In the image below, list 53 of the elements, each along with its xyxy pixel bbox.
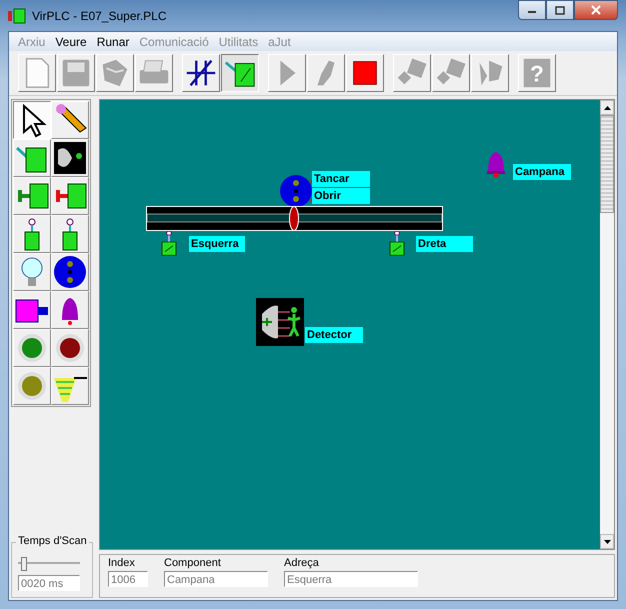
window-title: VirPLC - E07_Super.PLC bbox=[32, 8, 167, 22]
vertical-scrollbar[interactable] bbox=[600, 100, 614, 549]
detector-icon bbox=[52, 140, 88, 176]
menu-item[interactable]: Runar bbox=[92, 34, 134, 48]
scroll-up-icon[interactable] bbox=[604, 106, 610, 110]
limit-switch-palette-button[interactable] bbox=[51, 215, 89, 253]
close-button[interactable] bbox=[574, 0, 618, 20]
scan-time-field[interactable]: 0020 ms bbox=[18, 575, 80, 591]
info-field[interactable]: Esquerra bbox=[284, 571, 418, 587]
stop-tool-button[interactable] bbox=[346, 54, 384, 92]
bell-icon bbox=[486, 150, 506, 178]
slider-thumb[interactable] bbox=[20, 557, 27, 571]
motor-palette-button[interactable] bbox=[51, 253, 89, 291]
component-label: Campana bbox=[513, 164, 571, 180]
limit-switch-palette-button[interactable] bbox=[13, 215, 51, 253]
limit-switch-icon bbox=[389, 231, 405, 256]
arrow-palette-button[interactable] bbox=[13, 101, 51, 139]
cylinder-palette-button[interactable] bbox=[13, 291, 51, 329]
field-label: Index bbox=[108, 557, 136, 569]
scroll-down-icon[interactable] bbox=[604, 540, 610, 544]
switch-tool-button[interactable] bbox=[221, 54, 259, 92]
motor-icon bbox=[279, 174, 315, 208]
field-label: Component bbox=[164, 557, 222, 569]
motor-icon bbox=[52, 254, 88, 290]
lamp-palette-button[interactable] bbox=[13, 253, 51, 291]
presence-detector-icon bbox=[256, 298, 304, 346]
info-field[interactable]: Campana bbox=[164, 571, 268, 587]
contact-tool-button[interactable] bbox=[182, 54, 220, 92]
scan-time-legend: Temps d'Scan bbox=[16, 535, 89, 547]
component-label: Esquerra bbox=[189, 236, 245, 252]
component-label: Detector bbox=[305, 327, 363, 343]
component-label: Obrir bbox=[312, 188, 370, 204]
scan-time-slider[interactable] bbox=[18, 557, 80, 571]
field-label: Adreça bbox=[284, 557, 320, 569]
detector-palette-button[interactable] bbox=[51, 139, 89, 177]
led-palette-button[interactable] bbox=[51, 329, 89, 367]
lever-switch-palette-button[interactable] bbox=[13, 139, 51, 177]
bell-palette-button[interactable] bbox=[51, 291, 89, 329]
minimize-button[interactable] bbox=[518, 0, 546, 20]
close-icon bbox=[590, 5, 602, 15]
menu-item[interactable]: Veure bbox=[50, 34, 92, 48]
maximize-icon bbox=[555, 6, 565, 14]
push-palette-button[interactable] bbox=[51, 177, 89, 215]
push-palette-button[interactable] bbox=[13, 177, 51, 215]
led-palette-button[interactable] bbox=[13, 329, 51, 367]
scrollbar-thumb[interactable] bbox=[600, 115, 614, 213]
component-label: Dreta bbox=[416, 236, 473, 252]
info-field[interactable]: 1006 bbox=[108, 571, 148, 587]
limit-switch-icon bbox=[161, 231, 177, 256]
pencil-palette-button[interactable] bbox=[51, 101, 89, 139]
app-logo-icon bbox=[8, 8, 26, 24]
component-label: Tancar bbox=[312, 171, 370, 187]
maximize-button[interactable] bbox=[546, 0, 574, 20]
